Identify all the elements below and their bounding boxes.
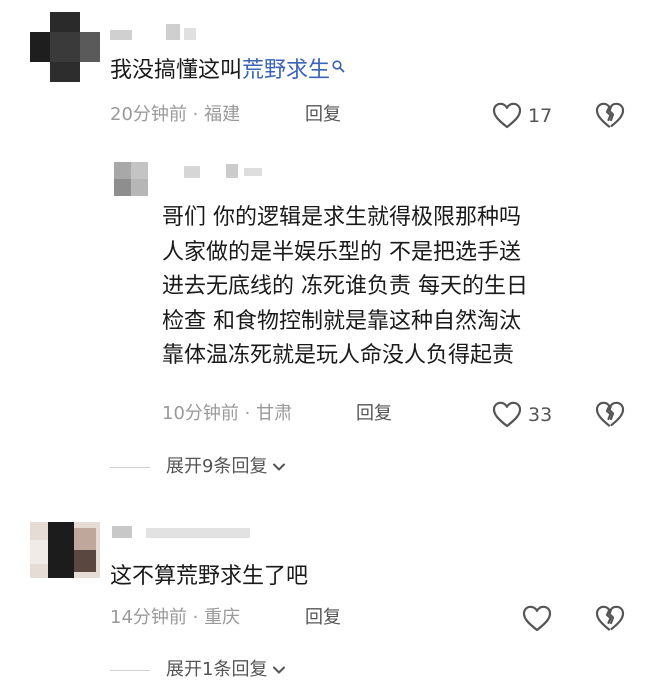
reply-time-location: 10分钟前 · 甘肃: [162, 403, 293, 424]
reply-text-line: 靠体温冻死就是玩人命没人负得起责: [162, 343, 515, 368]
reply-button[interactable]: 回复: [305, 606, 341, 630]
avatar[interactable]: [30, 522, 100, 578]
like-button[interactable]: 33: [492, 401, 552, 428]
reply-text-line: 检查 和食物控制就是靠这种自然淘汰: [162, 308, 521, 334]
like-count: 17: [528, 104, 553, 127]
chevron-down-icon: [273, 666, 286, 674]
expand-replies-button[interactable]: 展开9条回复: [110, 455, 288, 479]
heart-outline-icon: [492, 102, 522, 129]
broken-heart-icon: [595, 401, 625, 427]
comment-text-plain: 我没搞懂这叫: [110, 58, 243, 83]
username-blurred[interactable]: [112, 524, 262, 542]
like-button[interactable]: [522, 605, 558, 632]
reply-text-line: 进去无底线的 冻死谁负责 每天的生日: [162, 274, 528, 299]
like-count: 33: [528, 403, 553, 426]
search-icon: [332, 60, 345, 73]
expand-replies-button[interactable]: 展开1条回复: [110, 658, 288, 682]
like-button[interactable]: 17: [492, 102, 552, 129]
keyword-link[interactable]: 荒野求生: [242, 58, 345, 83]
reply-avatar[interactable]: [114, 162, 148, 196]
chevron-down-icon: [273, 463, 286, 471]
divider: [110, 466, 150, 468]
comment-text: 我没搞懂这叫荒野求生: [110, 56, 345, 86]
heart-outline-icon: [492, 401, 522, 428]
comment-time-location: 14分钟前 · 重庆: [110, 607, 241, 628]
reply-text-line: 人家做的是半娱乐型的 不是把选手送: [162, 239, 521, 265]
reply-button[interactable]: 回复: [356, 402, 392, 426]
reply-button[interactable]: 回复: [305, 103, 341, 127]
reply-text: 哥们 你的逻辑是求生就得极限那种吗 人家做的是半娱乐型的 不是把选手送 进去无底…: [162, 201, 528, 374]
heart-outline-icon: [522, 605, 552, 632]
reply-username-blurred[interactable]: [160, 162, 270, 182]
expand-replies-label: 展开9条回复: [166, 456, 268, 477]
comment-time-location: 20分钟前 · 福建: [110, 104, 241, 125]
broken-heart-icon: [595, 102, 625, 128]
comment-text: 这不算荒野求生了吧: [110, 564, 309, 589]
username-blurred[interactable]: [110, 24, 210, 44]
broken-heart-icon: [595, 605, 625, 631]
expand-replies-label: 展开1条回复: [166, 659, 268, 680]
reply-text-line: 哥们 你的逻辑是求生就得极限那种吗: [162, 205, 521, 230]
avatar[interactable]: [30, 12, 100, 82]
dislike-button[interactable]: [595, 102, 625, 133]
divider: [110, 669, 150, 671]
dislike-button[interactable]: [595, 401, 625, 432]
dislike-button[interactable]: [595, 605, 625, 636]
